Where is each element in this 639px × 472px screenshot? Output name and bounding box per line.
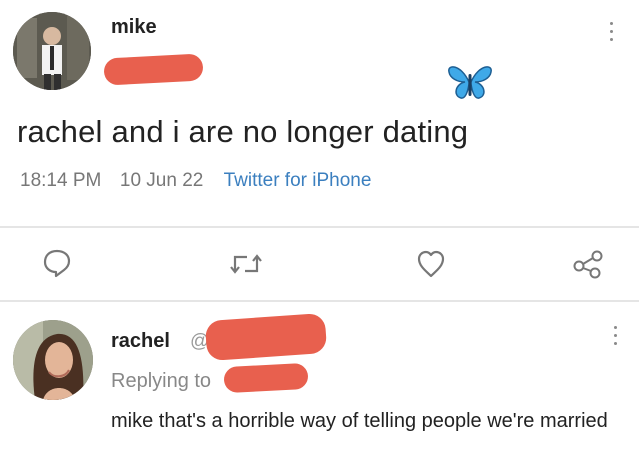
mike-avatar-figure — [13, 12, 91, 90]
redacted-replying-handle — [223, 362, 309, 394]
reply-icon[interactable] — [42, 248, 72, 278]
redacted-handle — [103, 53, 204, 86]
tweet-author-name[interactable]: mike — [111, 16, 157, 39]
redacted-reply-handle — [204, 312, 328, 362]
rachel-avatar[interactable] — [13, 320, 93, 400]
tweet-more-options-icon[interactable] — [610, 22, 613, 41]
butterfly-icon — [447, 62, 493, 107]
heart-icon[interactable] — [416, 250, 446, 278]
reply-text: mike that's a horrible way of telling pe… — [111, 410, 608, 432]
actions-divider-bottom — [0, 300, 639, 302]
tweet-date: 10 Jun 22 — [119, 170, 204, 191]
reply-more-options-icon[interactable] — [614, 326, 617, 345]
actions-divider-top — [0, 226, 639, 228]
mike-avatar[interactable] — [13, 12, 91, 90]
tweet-time: 18:14 PM — [20, 170, 102, 191]
tweet-source-link[interactable]: Twitter for iPhone — [224, 170, 372, 191]
reply-author-name[interactable]: rachel — [111, 330, 170, 353]
share-icon[interactable] — [572, 249, 604, 279]
retweet-icon[interactable] — [229, 251, 263, 277]
tweet-text: rachel and i are no longer dating — [17, 114, 469, 149]
rachel-avatar-figure — [13, 320, 93, 400]
tweet-meta: 18:14 PM 10 Jun 22 Twitter for iPhone — [20, 170, 371, 192]
replying-to-label: Replying to — [111, 370, 212, 392]
